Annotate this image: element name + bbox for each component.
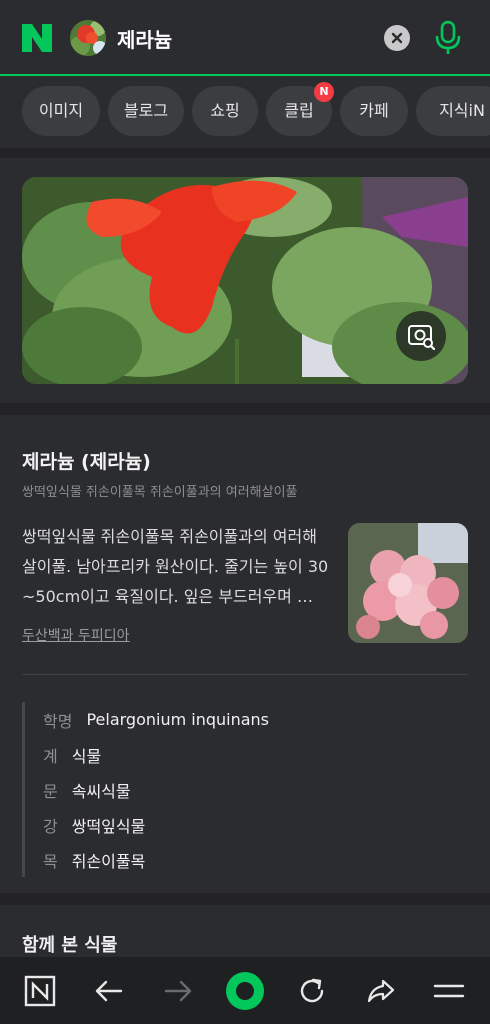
tab-label: 카페: [359, 101, 389, 120]
image-search-icon: [408, 325, 436, 351]
tab-label: 쇼핑: [210, 101, 240, 120]
tab-label: 클립: [284, 101, 314, 120]
pink-geranium-image: [348, 523, 468, 643]
refresh-button[interactable]: [292, 971, 332, 1011]
naver-home-icon: [24, 975, 56, 1007]
tab-shopping[interactable]: 쇼핑: [192, 86, 258, 136]
tab-images[interactable]: 이미지: [22, 86, 100, 136]
menu-button[interactable]: [429, 971, 469, 1011]
flower-thumbnail-image: [70, 20, 106, 56]
search-query-text[interactable]: 제라늄: [117, 24, 172, 53]
taxonomy-key: 학명: [43, 711, 73, 731]
green-dot-icon: [226, 972, 264, 1010]
encyclopedia-source-link[interactable]: 두산백과 두피디아: [22, 625, 130, 645]
share-icon: [367, 979, 395, 1003]
naver-logo[interactable]: [20, 22, 56, 54]
section-divider: [0, 893, 490, 905]
back-arrow-icon: [95, 980, 123, 1002]
tab-label: 지식iN: [439, 101, 485, 120]
taxonomy-key: 문: [43, 781, 58, 801]
tab-label: 이미지: [38, 101, 84, 120]
encyclopedia-description[interactable]: 쌍떡잎식물 쥐손이풀목 쥐손이풀과의 여러해살이풀. 남아프리카 원산이다. 줄…: [22, 522, 330, 612]
search-tabs: 이미지 블로그 쇼핑 클립 N 카페 지식iN: [0, 78, 490, 148]
new-badge: N: [314, 82, 334, 102]
encyclopedia-subtitle: 쌍떡잎식물 쥐손이풀목 쥐손이풀과의 여러해살이풀: [22, 485, 298, 500]
tab-blog[interactable]: 블로그: [108, 86, 184, 136]
microphone-icon: [435, 20, 461, 54]
geranium-photo[interactable]: [22, 177, 468, 384]
image-lens-search-button[interactable]: [396, 311, 446, 361]
clear-search-button[interactable]: [384, 25, 410, 51]
taxonomy-row: 강 쌍떡잎식물: [43, 807, 468, 842]
divider: [22, 674, 468, 675]
forward-arrow-icon: [164, 980, 192, 1002]
taxonomy-key: 계: [43, 746, 58, 766]
tab-label: 블로그: [123, 101, 169, 120]
taxonomy-key: 강: [43, 816, 58, 836]
taxonomy-row: 학명 Pelargonium inquinans: [43, 702, 468, 737]
encyclopedia-thumbnail[interactable]: [348, 523, 468, 643]
voice-search-button[interactable]: [434, 20, 462, 56]
taxonomy-value: 속씨식물: [71, 781, 131, 801]
share-button[interactable]: [361, 971, 401, 1011]
taxonomy-value: 쌍떡잎식물: [71, 816, 146, 836]
taxonomy-row: 목 쥐손이풀목: [43, 842, 468, 877]
taxonomy-row: 문 속씨식물: [43, 772, 468, 807]
naver-home-button[interactable]: [20, 971, 60, 1011]
search-header: 제라늄: [0, 0, 490, 76]
taxonomy-list: 학명 Pelargonium inquinans 계 식물 문 속씨식물 강 쌍…: [22, 702, 468, 877]
refresh-icon: [300, 978, 324, 1003]
section-divider: [0, 403, 490, 415]
tab-cafe[interactable]: 카페: [340, 86, 408, 136]
taxonomy-key: 목: [43, 851, 58, 871]
close-circle-icon: [391, 32, 403, 44]
tab-clip[interactable]: 클립 N: [266, 82, 334, 136]
green-dot-button[interactable]: [225, 971, 265, 1011]
encyclopedia-title[interactable]: 제라늄 (제라늄): [22, 447, 151, 474]
taxonomy-row: 계 식물: [43, 737, 468, 772]
query-thumbnail[interactable]: [70, 20, 106, 56]
bottom-navigation-bar: [0, 957, 490, 1024]
naver-n-icon: [22, 24, 52, 52]
image-section: [0, 158, 490, 403]
section-divider: [0, 148, 490, 158]
taxonomy-value: 쥐손이풀목: [71, 851, 146, 871]
related-plants-section: 함께 본 식물: [0, 905, 490, 965]
related-plants-title: 함께 본 식물: [22, 935, 118, 956]
taxonomy-value: Pelargonium inquinans: [86, 710, 270, 729]
menu-icon: [433, 984, 465, 998]
tab-knowledge-in[interactable]: 지식iN: [416, 86, 490, 136]
forward-button[interactable]: [158, 971, 198, 1011]
back-button[interactable]: [89, 971, 129, 1011]
encyclopedia-card: 제라늄 (제라늄) 쌍떡잎식물 쥐손이풀목 쥐손이풀과의 여러해살이풀 쌍떡잎식…: [0, 415, 490, 893]
taxonomy-value: 식물: [71, 746, 102, 766]
